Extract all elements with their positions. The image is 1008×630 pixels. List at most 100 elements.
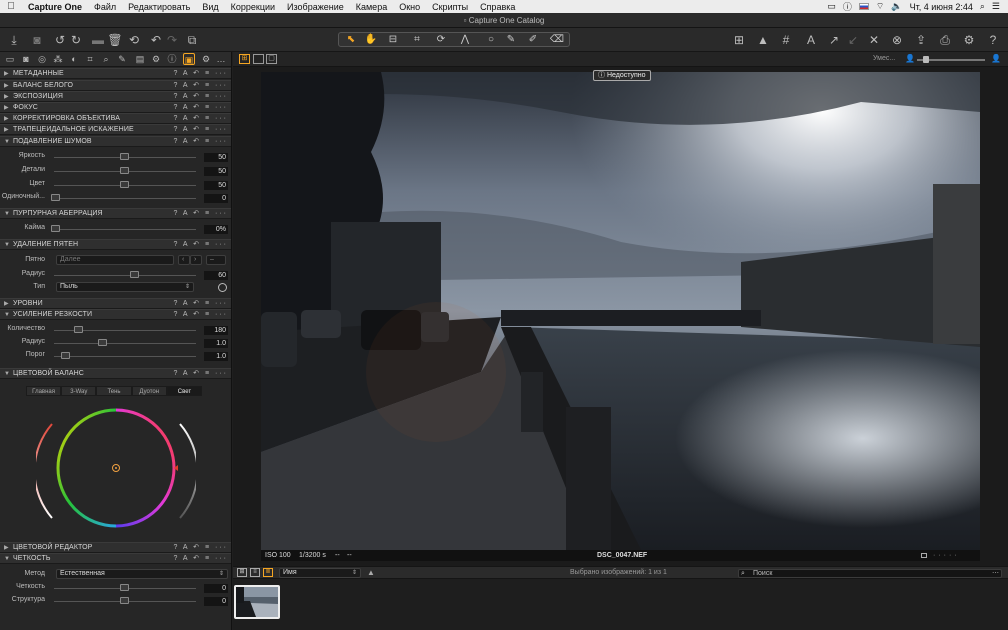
rotate-left-icon[interactable]: ↺ <box>52 32 68 48</box>
menu-scripts[interactable]: Скрипты <box>426 2 474 12</box>
grid-view-icon[interactable]: ⊞ <box>239 54 250 64</box>
tab-details-icon[interactable]: ▣ <box>183 53 195 65</box>
section-tools[interactable]: ? A ↶ ≡ ··· <box>173 103 228 113</box>
section-color-balance[interactable]: ▼ ЦВЕТОВОЙ БАЛАНС ? A ↶ ≡ ··· <box>0 368 231 379</box>
unavailable-badge[interactable]: ⓘ Недоступно <box>593 70 651 81</box>
import-icon[interactable]: ⤓ <box>6 32 22 48</box>
section-tools[interactable]: ? A ↶ ≡ ··· <box>173 81 228 91</box>
fringe-slider[interactable] <box>51 225 60 232</box>
tab-color-icon[interactable]: ⁂ <box>52 53 64 65</box>
help-icon[interactable]: ? <box>985 32 1001 48</box>
wifi-icon[interactable]: ⌔ <box>876 1 884 12</box>
trash-icon[interactable]: 🗑 <box>107 32 123 48</box>
sharp-radius-value[interactable]: 1.0 <box>204 339 228 348</box>
print-icon[interactable]: ⎙ <box>937 32 953 48</box>
menu-window[interactable]: Окно <box>393 2 426 12</box>
section-noise-reduction[interactable]: ▼ ПОДАВЛЕНИЕ ШУМОВ ? A ↶ ≡ ··· <box>0 136 231 147</box>
redo-icon[interactable]: ↷ <box>164 32 180 48</box>
thumbnails-view-icon[interactable]: ⊞ <box>237 568 247 577</box>
spot-type-select[interactable]: Пыль ⇕ <box>56 282 194 292</box>
noise-single-pixel-value[interactable]: 0 <box>204 194 228 203</box>
rotate-tool-icon[interactable]: ⟳ <box>431 33 451 46</box>
clarity-method-select[interactable]: Естественная ⇕ <box>56 569 228 579</box>
rating-dots[interactable]: ····· <box>933 550 960 561</box>
section-tools[interactable]: ? A ↶ ≡ ··· <box>173 114 228 124</box>
menu-file[interactable]: Файл <box>88 2 122 12</box>
structure-value[interactable]: 0 <box>204 597 228 606</box>
warning-icon[interactable]: ▲ <box>755 32 771 48</box>
cancel-icon[interactable]: ⊗ <box>889 32 905 48</box>
grid-icon[interactable]: ⊞ <box>731 32 747 48</box>
sharp-radius-track[interactable] <box>54 343 196 344</box>
section-tools[interactable]: ? A ↶ ≡ ··· <box>173 299 228 309</box>
search-options-icon[interactable]: ⋯ <box>992 570 999 577</box>
thumbnail[interactable] <box>234 585 280 619</box>
tab-lens-icon[interactable]: ◎ <box>36 53 48 65</box>
noise-single-pixel-slider[interactable] <box>51 194 60 201</box>
noise-luminance-slider[interactable] <box>120 153 129 160</box>
section-color-editor[interactable]: ▶ ЦВЕТОВОЙ РЕДАКТОР ? A ↶ ≡ ··· <box>0 542 231 553</box>
structure-slider[interactable] <box>120 597 129 604</box>
spotlight-icon[interactable]: ⌕ <box>980 1 985 12</box>
sharp-threshold-slider[interactable] <box>61 352 70 359</box>
sort-direction-icon[interactable]: ▲ <box>367 568 375 577</box>
guides-icon[interactable]: # <box>778 32 794 48</box>
tab-output-icon[interactable]: ▤ <box>134 53 146 65</box>
filmstrip-view-icon[interactable]: ≣ <box>263 568 273 577</box>
noise-single-pixel-track[interactable] <box>54 198 196 199</box>
lightness-left-arc[interactable] <box>36 423 53 519</box>
section-lens-correction[interactable]: ▶ КОРРЕКТИРОВКА ОБЪЕКТИВА ? A ↶ ≡ ··· <box>0 113 231 124</box>
section-sharpening[interactable]: ▼ УСИЛЕНИЕ РЕЗКОСТИ ? A ↶ ≡ ··· <box>0 309 231 320</box>
spot-radius-slider[interactable] <box>130 271 139 278</box>
clock[interactable]: Чт, 4 июня 2:44 <box>910 2 973 12</box>
menu-app-name[interactable]: Capture One <box>22 2 88 12</box>
menu-adjustments[interactable]: Коррекции <box>225 2 281 12</box>
volume-icon[interactable]: 🔈 <box>891 1 902 12</box>
tab-highlight[interactable]: Свет <box>166 386 203 396</box>
crop-tool-icon[interactable]: ⌗ <box>407 33 427 46</box>
tab-capture-icon[interactable]: ◙ <box>20 53 32 65</box>
clarity-slider[interactable] <box>120 584 129 591</box>
sharp-amount-value[interactable]: 180 <box>204 326 228 335</box>
rotate-right-icon[interactable]: ↻ <box>68 32 84 48</box>
menu-help[interactable]: Справка <box>474 2 521 12</box>
screen-icon[interactable]: ▭ <box>827 1 836 12</box>
section-tools[interactable]: ? A ↶ ≡ ··· <box>173 554 228 564</box>
photo-viewer[interactable] <box>261 72 980 550</box>
section-exposure[interactable]: ▶ ЭКСПОЗИЦИЯ ? A ↶ ≡ ··· <box>0 91 231 102</box>
section-tools[interactable]: ? A ↶ ≡ ··· <box>173 137 228 147</box>
tab-shadow[interactable]: Тень <box>96 386 132 396</box>
spot-prev-icon[interactable]: ‹ <box>178 255 190 265</box>
zoom-slider[interactable] <box>923 56 929 63</box>
section-white-balance[interactable]: ▶ БАЛАНС БЕЛОГО ? A ↶ ≡ ··· <box>0 80 231 91</box>
tab-batch-icon[interactable]: ⚙ <box>200 53 212 65</box>
lightness-right-arc[interactable] <box>179 423 196 519</box>
apple-icon[interactable]:  <box>0 1 22 12</box>
arrow-up-right-icon[interactable]: ↗ <box>826 32 842 48</box>
sort-select[interactable]: Имя ⇕ <box>279 568 361 578</box>
notifications-icon[interactable]: ☰ <box>992 1 1000 12</box>
arrow-down-left-icon[interactable]: ↙ <box>845 32 861 48</box>
sharp-radius-slider[interactable] <box>98 339 107 346</box>
text-icon[interactable]: A <box>803 32 819 48</box>
color-wheel[interactable] <box>36 402 196 532</box>
tab-library-icon[interactable]: ▭ <box>4 53 16 65</box>
spot-radius-value[interactable]: 60 <box>204 271 228 280</box>
folder-icon[interactable]: ▬ <box>90 32 106 48</box>
spot-mode-icon[interactable] <box>218 283 227 292</box>
tab-master[interactable]: Главная <box>26 386 62 396</box>
section-tools[interactable]: ? A ↶ ≡ ··· <box>173 69 228 79</box>
sharp-threshold-value[interactable]: 1.0 <box>204 352 228 361</box>
spot-remove-icon[interactable]: – <box>206 255 226 265</box>
tab-metadata-icon[interactable]: ⓘ <box>166 53 178 65</box>
camera-icon[interactable]: ◙ <box>29 32 45 48</box>
menu-camera[interactable]: Камера <box>350 2 393 12</box>
noise-details-slider[interactable] <box>120 167 129 174</box>
section-tools[interactable]: ? A ↶ ≡ ··· <box>173 543 228 553</box>
section-tools[interactable]: ? A ↶ ≡ ··· <box>173 92 228 102</box>
picker-tool-icon[interactable]: ✎ <box>501 33 521 46</box>
fringe-value[interactable]: 0% <box>204 225 228 234</box>
noise-luminance-value[interactable]: 50 <box>204 153 228 162</box>
eraser-tool-icon[interactable]: ⌫ <box>547 33 567 46</box>
compare-view-icon[interactable]: ▢ <box>266 54 277 64</box>
